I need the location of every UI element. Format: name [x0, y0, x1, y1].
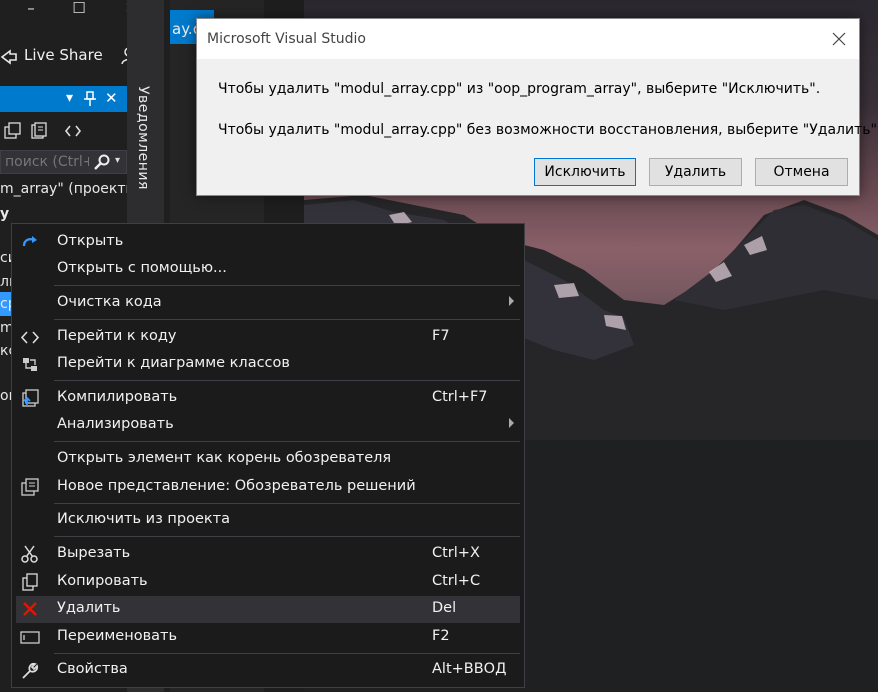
- menu-separator: [54, 319, 520, 320]
- dialog-message-delete: Чтобы удалить "modul_array.cpp" без возм…: [218, 122, 878, 138]
- menu-item-shortcut: F7: [432, 328, 450, 344]
- menu-separator: [54, 653, 520, 654]
- solution-explorer-search[interactable]: ▾: [0, 150, 127, 174]
- close-panel-icon[interactable]: ✕: [105, 89, 118, 107]
- menu-item-properties[interactable]: Свойства Alt+ВВОД: [16, 657, 520, 684]
- tree-item[interactable]: m_array" (проекты: [0, 181, 137, 197]
- menu-item-label: Исключить из проекта: [57, 511, 230, 527]
- menu-separator: [54, 285, 520, 286]
- menu-item-label: Переименовать: [57, 628, 178, 644]
- menu-item-go-to-class-diagram[interactable]: Перейти к диаграмме классов: [16, 351, 520, 378]
- submenu-arrow-icon: [509, 296, 514, 306]
- menu-item-shortcut: Del: [432, 600, 457, 616]
- search-icon[interactable]: [93, 154, 111, 170]
- search-options-dropdown[interactable]: ▾: [115, 155, 120, 166]
- code-brackets-icon: [20, 331, 40, 344]
- menu-item-shortcut: Ctrl+X: [432, 545, 480, 561]
- cancel-button[interactable]: Отмена: [755, 158, 848, 186]
- menu-item-scope-to-this[interactable]: Открыть элемент как корень обозревателя: [16, 446, 520, 473]
- solution-explorer-header: ▾ ✕: [0, 86, 127, 112]
- menu-separator: [54, 380, 520, 381]
- search-input[interactable]: [5, 153, 89, 171]
- menu-item-label: Компилировать: [57, 389, 178, 405]
- pin-icon[interactable]: [84, 91, 96, 107]
- menu-separator: [54, 536, 520, 537]
- maximize-button[interactable]: ☐: [68, 0, 90, 18]
- solution-explorer-toolbar: [0, 118, 127, 144]
- menu-item-label: Копировать: [57, 573, 148, 589]
- menu-item-label: Перейти к коду: [57, 328, 177, 344]
- menu-item-new-solution-explorer-view[interactable]: Новое представление: Обозреватель решени…: [16, 474, 520, 501]
- tree-item[interactable]: y: [0, 206, 9, 222]
- refresh-arrow-icon: [22, 236, 37, 247]
- menu-item-open[interactable]: Открыть: [16, 229, 520, 256]
- menu-separator: [54, 441, 520, 442]
- close-icon[interactable]: [827, 27, 851, 51]
- menu-item-label: Новое представление: Обозреватель решени…: [57, 478, 416, 494]
- submenu-arrow-icon: [509, 418, 514, 428]
- confirm-delete-dialog: Microsoft Visual Studio Чтобы удалить "m…: [196, 18, 878, 196]
- notifications-tab-label: Уведомления: [135, 86, 151, 190]
- menu-item-shortcut: Ctrl+C: [432, 573, 481, 589]
- menu-separator: [54, 503, 520, 504]
- dialog-message-exclude: Чтобы удалить "modul_array.cpp" из "oop_…: [218, 81, 821, 97]
- new-view-icon: [21, 478, 39, 496]
- menu-item-label: Очистка кода: [57, 294, 162, 310]
- menu-item-label: Вырезать: [57, 545, 131, 561]
- wrench-icon: [22, 662, 39, 679]
- menu-item-label: Удалить: [57, 600, 121, 616]
- menu-item-shortcut: F2: [432, 628, 450, 644]
- menu-item-label: Открыть элемент как корень обозревателя: [57, 450, 392, 466]
- live-share-icon: [0, 49, 17, 65]
- menu-item-exclude-from-project[interactable]: Исключить из проекта: [16, 507, 520, 534]
- dropdown-icon[interactable]: ▾: [66, 90, 73, 106]
- view-code-icon[interactable]: [64, 122, 82, 140]
- class-diagram-icon: [23, 358, 37, 371]
- delete-x-icon: [23, 602, 37, 616]
- copy-icon: [22, 573, 38, 591]
- menu-item-shortcut: Ctrl+F7: [432, 389, 488, 405]
- menu-item-compile[interactable]: Компилировать Ctrl+F7: [16, 385, 520, 412]
- context-menu: Открыть Открыть с помощью... Очистка код…: [11, 223, 525, 688]
- menu-item-label: Открыть: [57, 233, 124, 249]
- dialog-title: Microsoft Visual Studio: [207, 31, 366, 47]
- menu-item-analyze[interactable]: Анализировать: [16, 412, 520, 439]
- menu-item-label: Открыть с помощью...: [57, 260, 227, 276]
- menu-item-rename[interactable]: Переименовать F2: [16, 624, 520, 651]
- menu-item-label: Перейти к диаграмме классов: [57, 355, 290, 371]
- show-all-files-icon[interactable]: [30, 122, 48, 140]
- rename-icon: [20, 631, 40, 644]
- compile-icon: [22, 389, 39, 407]
- delete-button[interactable]: Удалить: [649, 158, 742, 186]
- collapse-all-icon[interactable]: [4, 122, 22, 140]
- menu-item-cut[interactable]: Вырезать Ctrl+X: [16, 541, 520, 568]
- menu-item-copy[interactable]: Копировать Ctrl+C: [16, 569, 520, 596]
- menu-item-shortcut: Alt+ВВОД: [432, 661, 507, 677]
- scissors-icon: [21, 545, 38, 563]
- menu-item-label: Анализировать: [57, 416, 174, 432]
- menu-item-delete[interactable]: Удалить Del: [16, 596, 520, 623]
- exclude-button[interactable]: Исключить: [534, 158, 636, 186]
- menu-item-open-with[interactable]: Открыть с помощью...: [16, 256, 520, 283]
- minimize-button[interactable]: –: [20, 0, 42, 18]
- menu-item-go-to-code[interactable]: Перейти к коду F7: [16, 324, 520, 351]
- menu-item-label: Свойства: [57, 661, 128, 677]
- menu-item-code-cleanup[interactable]: Очистка кода: [16, 290, 520, 317]
- dialog-title-bar: Microsoft Visual Studio: [197, 19, 859, 59]
- live-share-label: Live Share: [24, 46, 103, 64]
